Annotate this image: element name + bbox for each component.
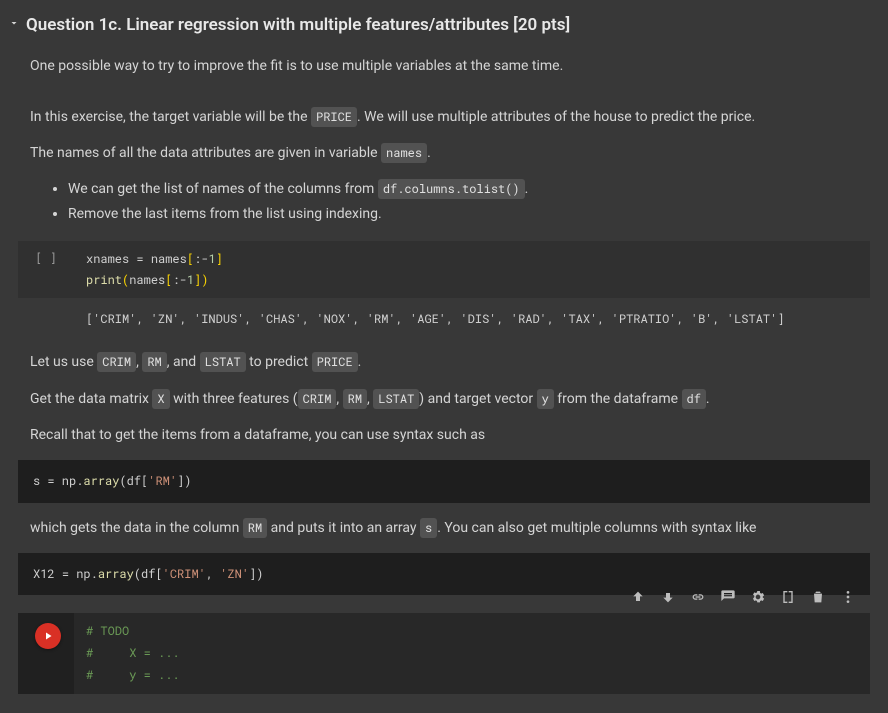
list-item: Remove the last items from the list usin… <box>68 203 858 225</box>
intro-paragraph: One possible way to try to improve the f… <box>30 55 858 77</box>
trash-icon[interactable] <box>810 589 826 605</box>
cell-exec-indicator[interactable]: [ ] <box>18 241 74 298</box>
code-price: PRICE <box>311 107 357 127</box>
move-down-icon[interactable] <box>660 589 676 605</box>
link-icon[interactable] <box>690 589 706 605</box>
collapse-icon[interactable] <box>8 14 20 36</box>
code-crim: CRIM <box>97 352 136 372</box>
paragraph-names: The names of all the data attributes are… <box>30 142 858 164</box>
gear-icon[interactable] <box>750 589 766 605</box>
code-editor[interactable]: # TODO # X = ... # y = ... <box>74 613 870 694</box>
run-cell-button[interactable] <box>35 623 61 649</box>
comment-icon[interactable] <box>720 589 736 605</box>
code-cell[interactable]: [ ] xnames = names[:-1] print(names[:-1]… <box>18 241 870 298</box>
cell-toolbar <box>620 585 866 609</box>
paragraph-target: In this exercise, the target variable wi… <box>30 106 858 128</box>
text: . We will use multiple attributes of the… <box>357 109 755 125</box>
paragraph-multi-col: which gets the data in the column RM and… <box>30 517 858 539</box>
bullet-list: We can get the list of names of the colu… <box>68 178 858 225</box>
active-code-cell[interactable]: # TODO # X = ... # y = ... <box>18 613 870 694</box>
text: In this exercise, the target variable wi… <box>30 109 311 125</box>
code-x: X <box>152 389 169 409</box>
section-title: Question 1c. Linear regression with mult… <box>26 12 570 39</box>
paragraph-use-features: Let us use CRIM, RM, and LSTAT to predic… <box>30 351 858 373</box>
code-tolist: df.columns.tolist() <box>378 179 525 199</box>
code-rm2: RM <box>343 389 367 409</box>
code-y: y <box>537 389 554 409</box>
mirror-icon[interactable] <box>780 589 796 605</box>
move-up-icon[interactable] <box>630 589 646 605</box>
code-names: names <box>381 143 427 163</box>
cell-gutter[interactable] <box>18 613 74 694</box>
text: . <box>427 145 431 161</box>
code-rm3: RM <box>243 518 267 538</box>
code-lstat: LSTAT <box>200 352 246 372</box>
code-editor[interactable]: xnames = names[:-1] print(names[:-1]) <box>74 241 870 298</box>
code-rm: RM <box>142 352 166 372</box>
text: The names of all the data attributes are… <box>30 145 381 161</box>
code-snippet: s = np.array(df['RM']) <box>18 460 870 502</box>
text: . <box>525 181 529 197</box>
paragraph-recall: Recall that to get the items from a data… <box>30 424 858 446</box>
paragraph-get-matrix: Get the data matrix X with three feature… <box>30 388 858 410</box>
code-crim2: CRIM <box>298 389 337 409</box>
code-df: df <box>682 389 706 409</box>
code-price2: PRICE <box>312 352 358 372</box>
cell-output: ['CRIM', 'ZN', 'INDUS', 'CHAS', 'NOX', '… <box>74 304 870 335</box>
text: We can get the list of names of the colu… <box>68 181 378 197</box>
section-header[interactable]: Question 1c. Linear regression with mult… <box>0 8 888 47</box>
code-lstat2: LSTAT <box>373 389 419 409</box>
code-s: s <box>420 518 437 538</box>
list-item: We can get the list of names of the colu… <box>68 178 858 200</box>
code-snippet-body: s = np.array(df['RM']) <box>18 460 870 502</box>
section-body: One possible way to try to improve the f… <box>0 55 888 694</box>
more-vert-icon[interactable] <box>840 589 856 605</box>
